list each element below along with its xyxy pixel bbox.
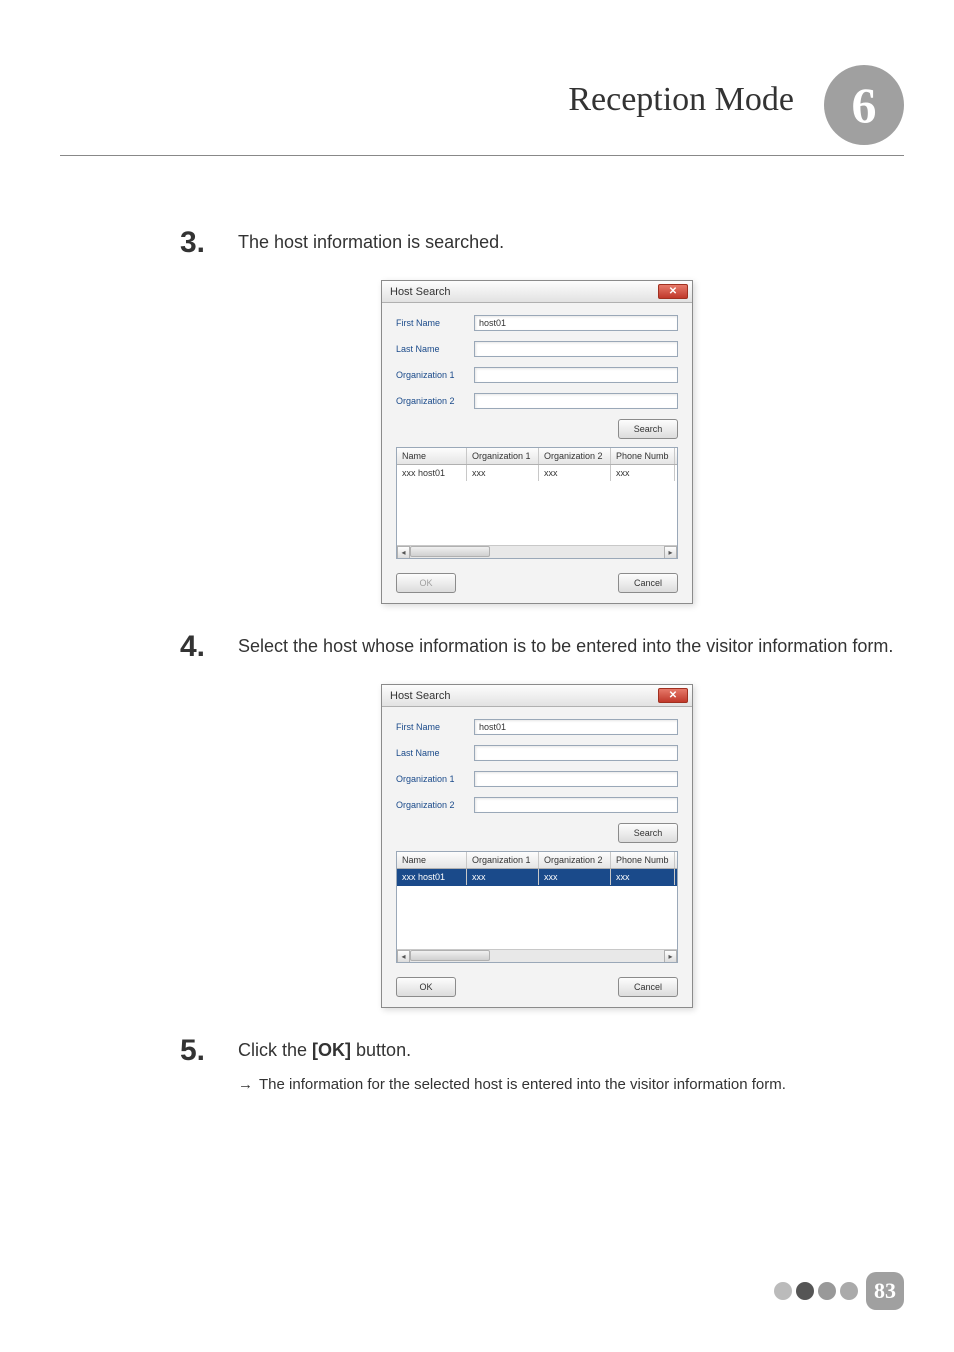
step-3: 3. The host information is searched. (180, 230, 894, 260)
host-search-dialog-selected: Host Search ✕ First Name host01 Last Nam… (381, 684, 693, 1008)
first-name-label: First Name (396, 318, 474, 328)
col-org1[interactable]: Organization 1 (467, 852, 539, 868)
org1-field[interactable] (474, 367, 678, 383)
cell-name: xxx host01 (397, 465, 467, 481)
search-button[interactable]: Search (618, 823, 678, 843)
scroll-left-icon[interactable]: ◂ (397, 950, 410, 963)
step-5: 5. Click the [OK] button. (180, 1038, 894, 1068)
close-icon[interactable]: ✕ (658, 688, 688, 703)
scroll-right-icon[interactable]: ▸ (664, 950, 677, 963)
table-row[interactable]: xxx host01 xxx xxx xxx (397, 869, 677, 886)
footer-dot-icon (840, 1282, 858, 1300)
last-name-label: Last Name (396, 344, 474, 354)
cell-name: xxx host01 (397, 869, 467, 885)
step-4: 4. Select the host whose information is … (180, 634, 894, 664)
step-number: 4. (180, 632, 238, 662)
page-footer-decoration: 83 (774, 1272, 904, 1310)
col-phone[interactable]: Phone Numb (611, 852, 675, 868)
col-org2[interactable]: Organization 2 (539, 852, 611, 868)
first-name-label: First Name (396, 722, 474, 732)
col-org2[interactable]: Organization 2 (539, 448, 611, 464)
results-table: Name Organization 1 Organization 2 Phone… (396, 851, 678, 963)
scroll-thumb[interactable] (410, 546, 490, 557)
host-search-dialog: Host Search ✕ First Name host01 Last Nam… (381, 280, 693, 604)
table-row[interactable]: xxx host01 xxx xxx xxx (397, 465, 677, 482)
last-name-field[interactable] (474, 341, 678, 357)
footer-dot-icon (818, 1282, 836, 1300)
dialog-titlebar: Host Search ✕ (382, 685, 692, 707)
dialog-titlebar: Host Search ✕ (382, 281, 692, 303)
dialog-title: Host Search (390, 286, 451, 298)
page-title: Reception Mode (568, 81, 794, 119)
scroll-right-icon[interactable]: ▸ (664, 546, 677, 559)
cell-org2: xxx (539, 869, 611, 885)
page-number-badge: 83 (866, 1272, 904, 1310)
step-5-substep: → The information for the selected host … (238, 1074, 894, 1097)
step-number: 3. (180, 228, 238, 258)
cancel-button[interactable]: Cancel (618, 573, 678, 593)
cell-phone: xxx (611, 869, 675, 885)
arrow-right-icon: → (238, 1074, 253, 1097)
org2-label: Organization 2 (396, 800, 474, 810)
cancel-button[interactable]: Cancel (618, 977, 678, 997)
col-org1[interactable]: Organization 1 (467, 448, 539, 464)
scroll-left-icon[interactable]: ◂ (397, 546, 410, 559)
step-text: Select the host whose information is to … (238, 634, 893, 664)
substep-text: The information for the selected host is… (259, 1074, 786, 1097)
step-text: The host information is searched. (238, 230, 504, 260)
horizontal-scrollbar[interactable]: ◂ ▸ (397, 545, 677, 558)
ok-button: OK (396, 573, 456, 593)
org1-label: Organization 1 (396, 774, 474, 784)
col-name[interactable]: Name (397, 448, 467, 464)
col-name[interactable]: Name (397, 852, 467, 868)
horizontal-scrollbar[interactable]: ◂ ▸ (397, 949, 677, 962)
cell-org2: xxx (539, 465, 611, 481)
last-name-field[interactable] (474, 745, 678, 761)
cell-org1: xxx (467, 465, 539, 481)
step-text: Click the [OK] button. (238, 1038, 411, 1068)
org2-field[interactable] (474, 393, 678, 409)
results-table: Name Organization 1 Organization 2 Phone… (396, 447, 678, 559)
org1-field[interactable] (474, 771, 678, 787)
org2-field[interactable] (474, 797, 678, 813)
col-phone[interactable]: Phone Numb (611, 448, 675, 464)
search-button[interactable]: Search (618, 419, 678, 439)
header-divider (60, 155, 904, 156)
step-number: 5. (180, 1036, 238, 1066)
org2-label: Organization 2 (396, 396, 474, 406)
dialog-title: Host Search (390, 690, 451, 702)
close-icon[interactable]: ✕ (658, 284, 688, 299)
first-name-field[interactable]: host01 (474, 719, 678, 735)
scroll-thumb[interactable] (410, 950, 490, 961)
org1-label: Organization 1 (396, 370, 474, 380)
footer-dot-icon (774, 1282, 792, 1300)
chapter-number-badge: 6 (824, 65, 904, 145)
last-name-label: Last Name (396, 748, 474, 758)
cell-phone: xxx (611, 465, 675, 481)
cell-org1: xxx (467, 869, 539, 885)
footer-dot-icon (796, 1282, 814, 1300)
ok-button[interactable]: OK (396, 977, 456, 997)
first-name-field[interactable]: host01 (474, 315, 678, 331)
